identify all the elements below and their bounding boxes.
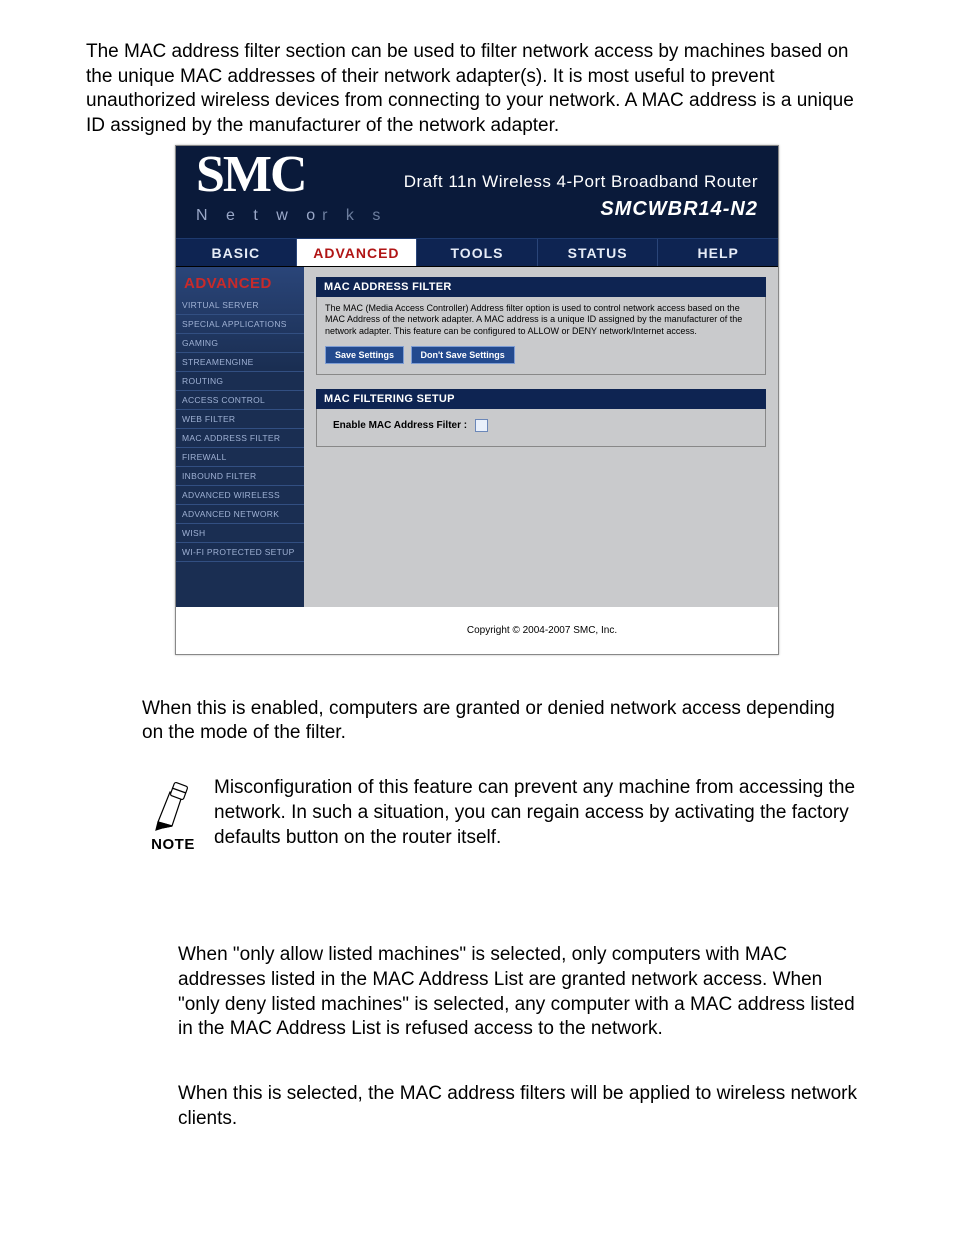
- sidebar-heading: ADVANCED: [176, 273, 304, 296]
- nav-basic[interactable]: BASIC: [176, 239, 297, 266]
- enable-description: When this is enabled, computers are gran…: [142, 697, 842, 746]
- sidebar-item-advanced-network[interactable]: ADVANCED NETWORK: [176, 505, 304, 524]
- sidebar-item-routing[interactable]: ROUTING: [176, 372, 304, 391]
- intro-paragraph: The MAC address filter section can be us…: [86, 40, 868, 139]
- content-area: MAC ADDRESS FILTER The MAC (Media Access…: [304, 267, 778, 607]
- allow-deny-description: When "only allow listed machines" is sel…: [178, 943, 868, 1042]
- note-icon: NOTE: [142, 776, 204, 853]
- logo-subtext: N e t w or k s: [196, 207, 387, 225]
- smc-logo: SMC N e t w or k s: [196, 152, 387, 225]
- router-ui-screenshot: SMC N e t w or k s Draft 11n Wireless 4-…: [175, 145, 779, 655]
- main-nav: BASIC ADVANCED TOOLS STATUS HELP: [176, 238, 778, 267]
- sidebar-item-special-applications[interactable]: SPECIAL APPLICATIONS: [176, 315, 304, 334]
- wireless-description: When this is selected, the MAC address f…: [178, 1082, 878, 1131]
- sidebar-item-virtual-server[interactable]: VIRTUAL SERVER: [176, 296, 304, 315]
- sidebar: ADVANCED VIRTUAL SERVER SPECIAL APPLICAT…: [176, 267, 304, 607]
- nav-status[interactable]: STATUS: [538, 239, 659, 266]
- sidebar-item-streamengine[interactable]: STREAMENGINE: [176, 353, 304, 372]
- router-title: Draft 11n Wireless 4-Port Broadband Rout…: [404, 172, 758, 192]
- save-settings-button[interactable]: Save Settings: [325, 346, 404, 364]
- copyright-text: Copyright © 2004-2007 SMC, Inc.: [176, 607, 778, 654]
- sidebar-item-gaming[interactable]: GAMING: [176, 334, 304, 353]
- sidebar-item-access-control[interactable]: ACCESS CONTROL: [176, 391, 304, 410]
- sidebar-item-advanced-wireless[interactable]: ADVANCED WIRELESS: [176, 486, 304, 505]
- note-text: Misconfiguration of this feature can pre…: [214, 776, 862, 850]
- dont-save-settings-button[interactable]: Don't Save Settings: [411, 346, 515, 364]
- enable-mac-filter-checkbox[interactable]: [475, 419, 488, 432]
- nav-help[interactable]: HELP: [658, 239, 778, 266]
- nav-tools[interactable]: TOOLS: [417, 239, 538, 266]
- nav-advanced[interactable]: ADVANCED: [297, 239, 418, 266]
- sidebar-item-wifi-protected-setup[interactable]: WI-FI PROTECTED SETUP: [176, 543, 304, 562]
- mac-filter-description: The MAC (Media Access Controller) Addres…: [325, 303, 757, 338]
- sidebar-item-inbound-filter[interactable]: INBOUND FILTER: [176, 467, 304, 486]
- sidebar-item-mac-address-filter[interactable]: MAC ADDRESS FILTER: [176, 429, 304, 448]
- enable-mac-filter-label: Enable MAC Address Filter :: [333, 420, 467, 431]
- router-model: SMCWBR14-N2: [404, 198, 758, 221]
- logo-text: SMC: [196, 152, 387, 199]
- router-header: SMC N e t w or k s Draft 11n Wireless 4-…: [176, 146, 778, 238]
- section-title-mac-filtering-setup: MAC FILTERING SETUP: [316, 389, 766, 409]
- sidebar-item-web-filter[interactable]: WEB FILTER: [176, 410, 304, 429]
- note-label: NOTE: [142, 836, 204, 853]
- section-title-mac-filter: MAC ADDRESS FILTER: [316, 277, 766, 297]
- sidebar-item-wish[interactable]: WISH: [176, 524, 304, 543]
- sidebar-item-firewall[interactable]: FIREWALL: [176, 448, 304, 467]
- note-block: NOTE Misconfiguration of this feature ca…: [142, 776, 862, 853]
